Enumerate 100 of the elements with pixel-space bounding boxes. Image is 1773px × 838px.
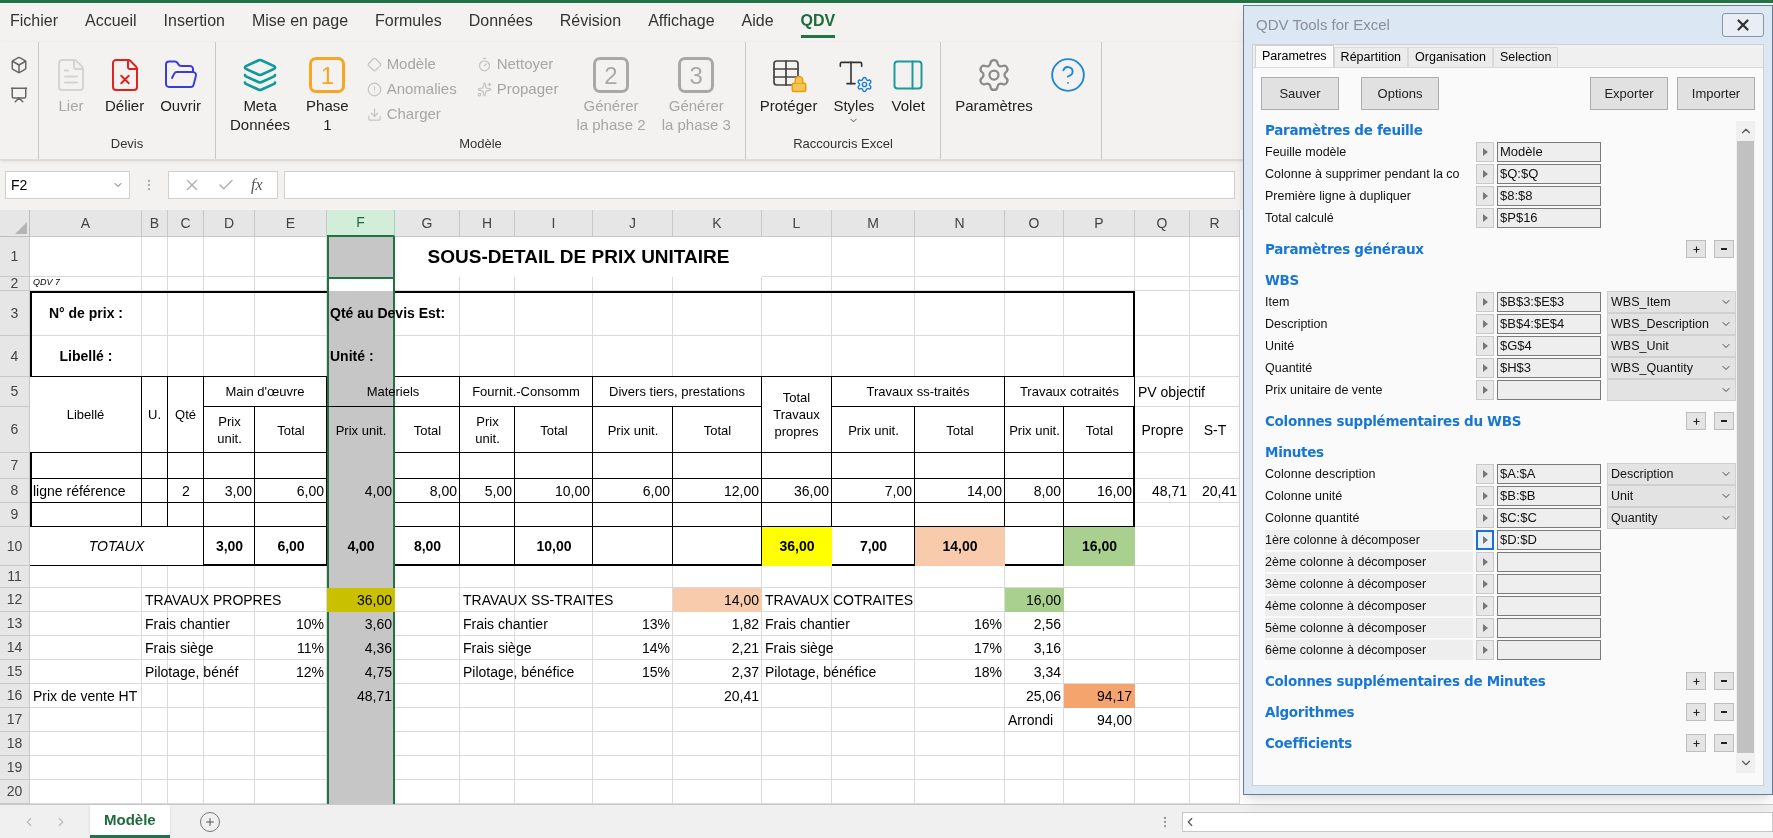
column-header[interactable]: L — [762, 210, 832, 237]
pick-button[interactable] — [1476, 508, 1494, 528]
row-header[interactable]: 1 — [0, 237, 30, 277]
panel-button[interactable]: Exporter — [1590, 77, 1668, 110]
pick-button[interactable] — [1476, 464, 1494, 484]
range-field[interactable]: Modèle — [1497, 142, 1601, 162]
ribbon-button[interactable]: Protéger — [753, 52, 824, 115]
expand-button[interactable] — [1686, 734, 1706, 752]
pick-button[interactable] — [1476, 380, 1494, 400]
collapse-button[interactable] — [1714, 412, 1734, 430]
ribbon-button[interactable]: Styles — [827, 52, 881, 126]
menu-tab[interactable]: Mise en page — [251, 7, 349, 38]
column-header[interactable]: O — [1005, 210, 1064, 237]
collapse-button[interactable] — [1714, 240, 1734, 258]
column-header[interactable]: H — [460, 210, 515, 237]
expand-button[interactable] — [1686, 703, 1706, 721]
range-field[interactable] — [1497, 552, 1601, 572]
pick-button[interactable] — [1476, 292, 1494, 312]
column-header[interactable]: P — [1064, 210, 1135, 237]
row-header[interactable]: 16 — [0, 684, 30, 708]
panel-tab[interactable]: Répartition — [1333, 47, 1409, 67]
row-header[interactable]: 3 — [0, 291, 30, 336]
column-header[interactable]: M — [832, 210, 915, 237]
column-header[interactable]: F — [327, 210, 395, 237]
range-field[interactable]: $B:$B — [1497, 486, 1601, 506]
pick-button[interactable] — [1476, 164, 1494, 184]
row-header[interactable]: 13 — [0, 612, 30, 636]
row-header[interactable]: 10 — [0, 527, 30, 566]
column-header[interactable]: R — [1190, 210, 1240, 237]
row-header[interactable]: 15 — [0, 660, 30, 684]
column-header[interactable]: B — [142, 210, 168, 237]
active-cell[interactable] — [327, 277, 395, 291]
panel-tab[interactable]: Selection — [1492, 47, 1559, 67]
row-header[interactable]: 5 — [0, 377, 30, 407]
range-field[interactable]: $D:$D — [1497, 530, 1601, 550]
expand-button[interactable] — [1686, 672, 1706, 690]
pick-button[interactable] — [1476, 358, 1494, 378]
panel-button[interactable]: Sauver — [1261, 77, 1339, 110]
range-field[interactable]: $G$4 — [1497, 336, 1601, 356]
menu-tab[interactable]: Aide — [741, 7, 774, 38]
menu-tab[interactable]: Données — [468, 7, 533, 38]
ribbon-button[interactable]: Ouvrir — [154, 52, 208, 115]
row-header[interactable]: 14 — [0, 636, 30, 660]
ribbon-button[interactable]: Délier — [99, 52, 151, 115]
range-field[interactable]: $A:$A — [1497, 464, 1601, 484]
menu-tab[interactable]: QDV — [800, 7, 836, 38]
pick-button[interactable] — [1476, 336, 1494, 356]
column-header[interactable]: G — [395, 210, 460, 237]
column-header[interactable]: Q — [1135, 210, 1190, 237]
name-box[interactable]: F2 — [5, 171, 130, 199]
row-header[interactable]: 9 — [0, 503, 30, 527]
panel-tab[interactable]: Parametres — [1255, 45, 1334, 67]
pick-button[interactable] — [1476, 186, 1494, 206]
ribbon-button[interactable]: Volet — [884, 52, 933, 115]
pick-button[interactable] — [1476, 486, 1494, 506]
row-header[interactable]: 17 — [0, 708, 30, 732]
range-field[interactable] — [1497, 574, 1601, 594]
pick-button[interactable] — [1476, 574, 1494, 594]
panel-button[interactable]: Importer — [1677, 77, 1755, 110]
collapse-button[interactable] — [1714, 734, 1734, 752]
column-header[interactable]: J — [593, 210, 673, 237]
dropdown[interactable]: Unit — [1607, 485, 1736, 507]
row-header[interactable]: 19 — [0, 756, 30, 780]
range-field[interactable]: $P$16 — [1497, 208, 1601, 228]
row-header[interactable]: 4 — [0, 336, 30, 377]
range-field[interactable]: $H$3 — [1497, 358, 1601, 378]
range-field[interactable] — [1497, 640, 1601, 660]
pick-button[interactable] — [1476, 142, 1494, 162]
sheet-tab[interactable]: Modèle — [90, 805, 170, 838]
pick-button[interactable] — [1476, 530, 1494, 550]
row-header[interactable]: 7 — [0, 453, 30, 479]
row-header[interactable]: 11 — [0, 566, 30, 588]
row-header[interactable]: 6 — [0, 407, 30, 453]
column-header[interactable]: E — [255, 210, 327, 237]
collapse-button[interactable] — [1714, 703, 1734, 721]
dropdown[interactable]: WBS_Unit — [1607, 335, 1736, 357]
row-header[interactable]: 20 — [0, 780, 30, 804]
range-field[interactable]: $Q:$Q — [1497, 164, 1601, 184]
row-header[interactable]: 8 — [0, 479, 30, 503]
ribbon-button[interactable]: 1 Phase 1 — [300, 52, 355, 134]
pick-button[interactable] — [1476, 208, 1494, 228]
row-header[interactable]: 18 — [0, 732, 30, 756]
panel-button[interactable]: Options — [1361, 77, 1439, 110]
column-header[interactable]: D — [204, 210, 255, 237]
ribbon-button[interactable]: Paramètres — [949, 52, 1039, 115]
menu-tab[interactable]: Insertion — [163, 7, 225, 38]
row-header[interactable]: 12 — [0, 588, 30, 612]
menu-tab[interactable]: Affichage — [648, 7, 715, 38]
ribbon-button[interactable]: Meta Données — [224, 52, 297, 134]
formula-input[interactable] — [283, 171, 1235, 199]
range-field[interactable] — [1497, 380, 1601, 400]
horizontal-scrollbar[interactable] — [1182, 811, 1773, 832]
range-field[interactable]: $B$3:$E$3 — [1497, 292, 1601, 312]
pick-button[interactable] — [1476, 618, 1494, 638]
row-header[interactable]: 2 — [0, 277, 30, 291]
column-header[interactable]: C — [168, 210, 204, 237]
pick-button[interactable] — [1476, 596, 1494, 616]
close-button[interactable] — [1722, 13, 1764, 37]
pick-button[interactable] — [1476, 552, 1494, 572]
collapse-button[interactable] — [1714, 672, 1734, 690]
